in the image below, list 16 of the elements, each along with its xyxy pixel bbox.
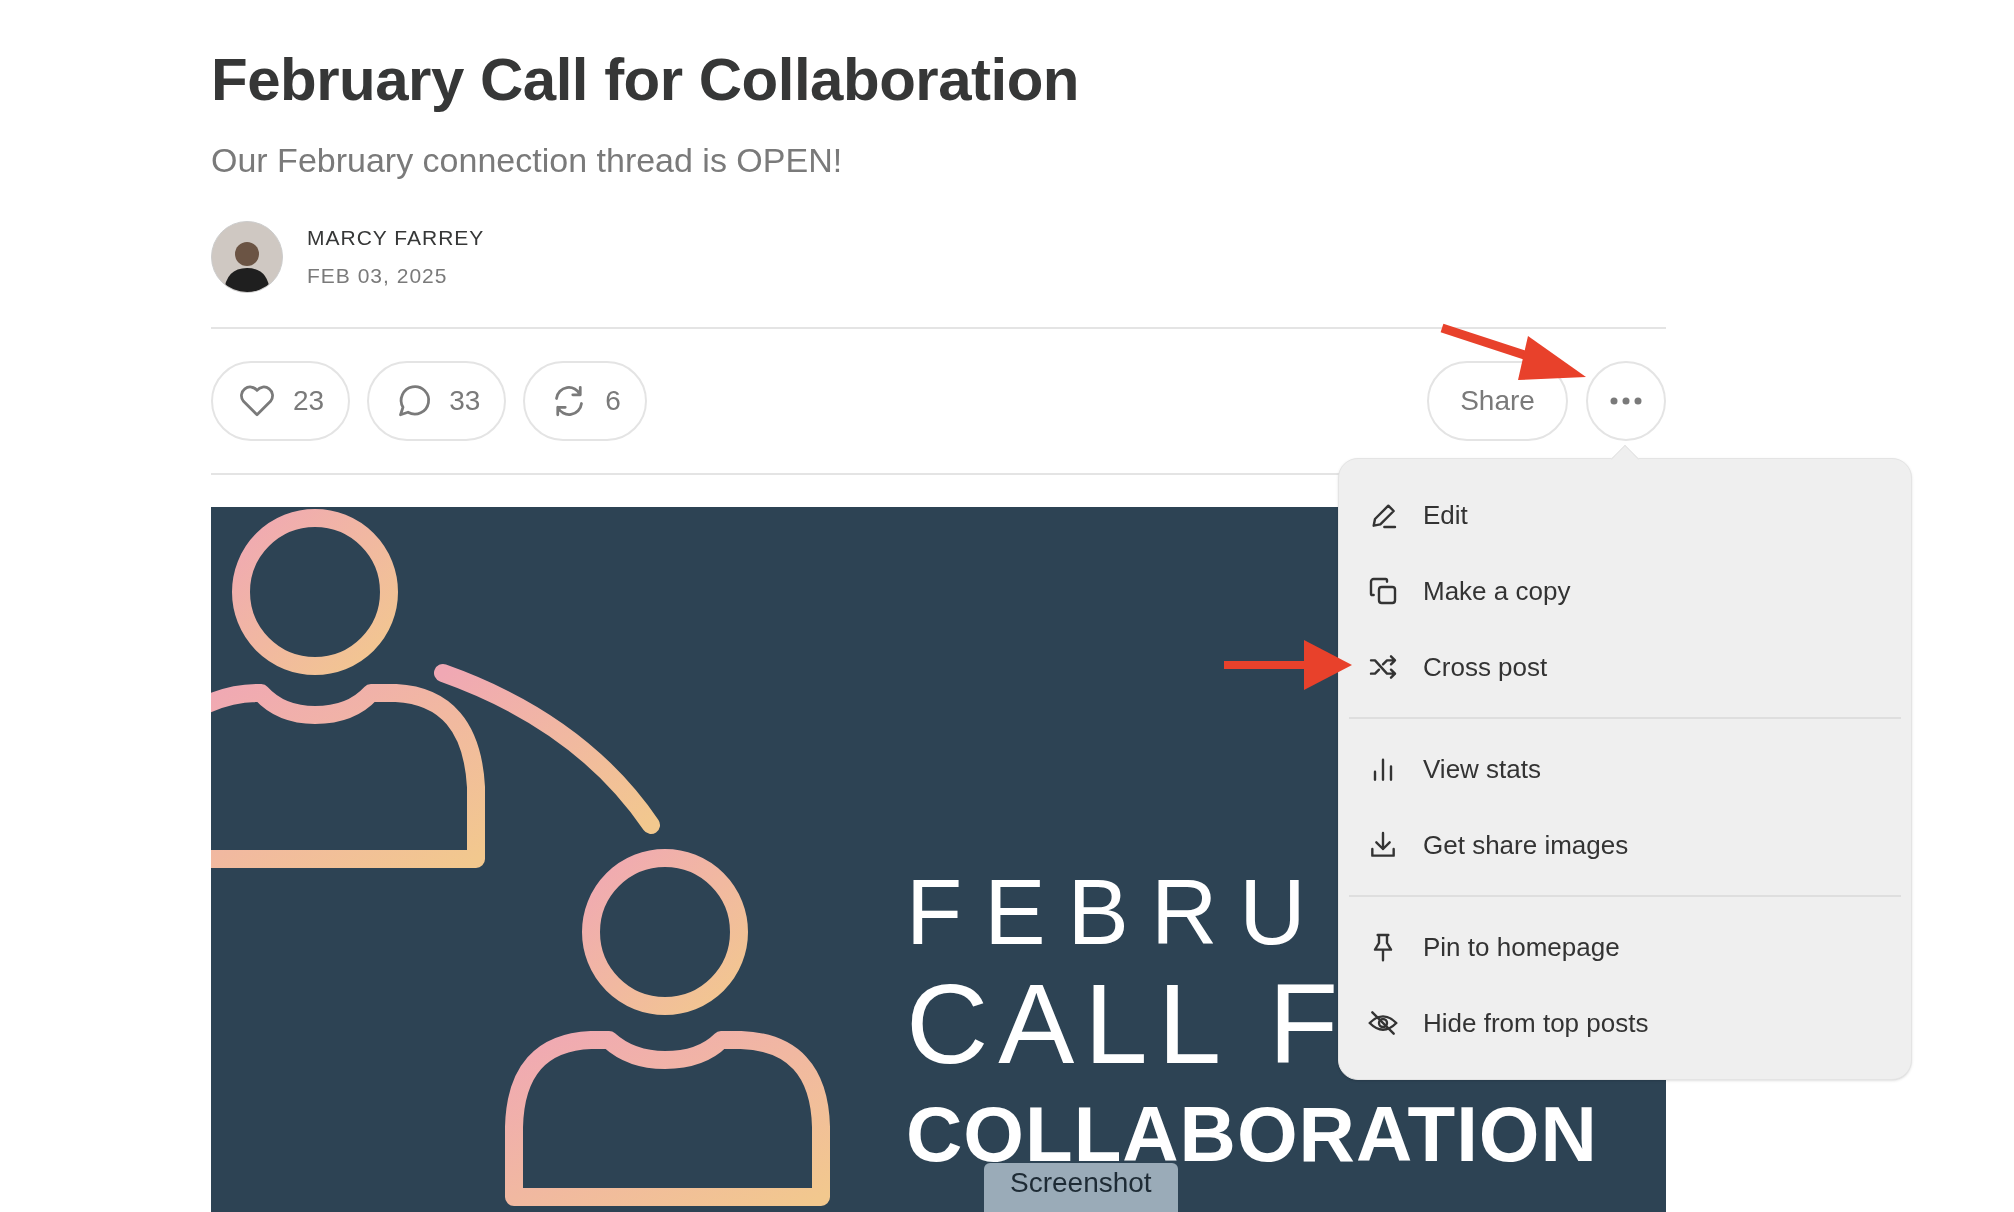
more-icon	[1610, 397, 1642, 405]
menu-item[interactable]: View stats	[1339, 731, 1911, 807]
post-title: February Call for Collaboration	[211, 45, 1079, 115]
restack-count-button[interactable]: 6	[523, 361, 647, 441]
post-subtitle: Our February connection thread is OPEN!	[211, 140, 843, 181]
author-name[interactable]: MARCY FARREY	[307, 226, 485, 250]
cover-heading-line: FEBRU	[906, 862, 1328, 962]
menu-item[interactable]: Make a copy	[1339, 553, 1911, 629]
menu-item[interactable]: Cross post	[1339, 629, 1911, 705]
like-count-button[interactable]: 23	[211, 361, 351, 441]
menu-item[interactable]: Edit	[1339, 477, 1911, 553]
copy-icon	[1367, 575, 1399, 607]
menu-item[interactable]: Get share images	[1339, 807, 1911, 883]
comment-count-button[interactable]: 33	[367, 361, 507, 441]
post-date: FEB 03, 2025	[307, 264, 449, 288]
screenshot-label: Screenshot	[984, 1163, 1178, 1212]
